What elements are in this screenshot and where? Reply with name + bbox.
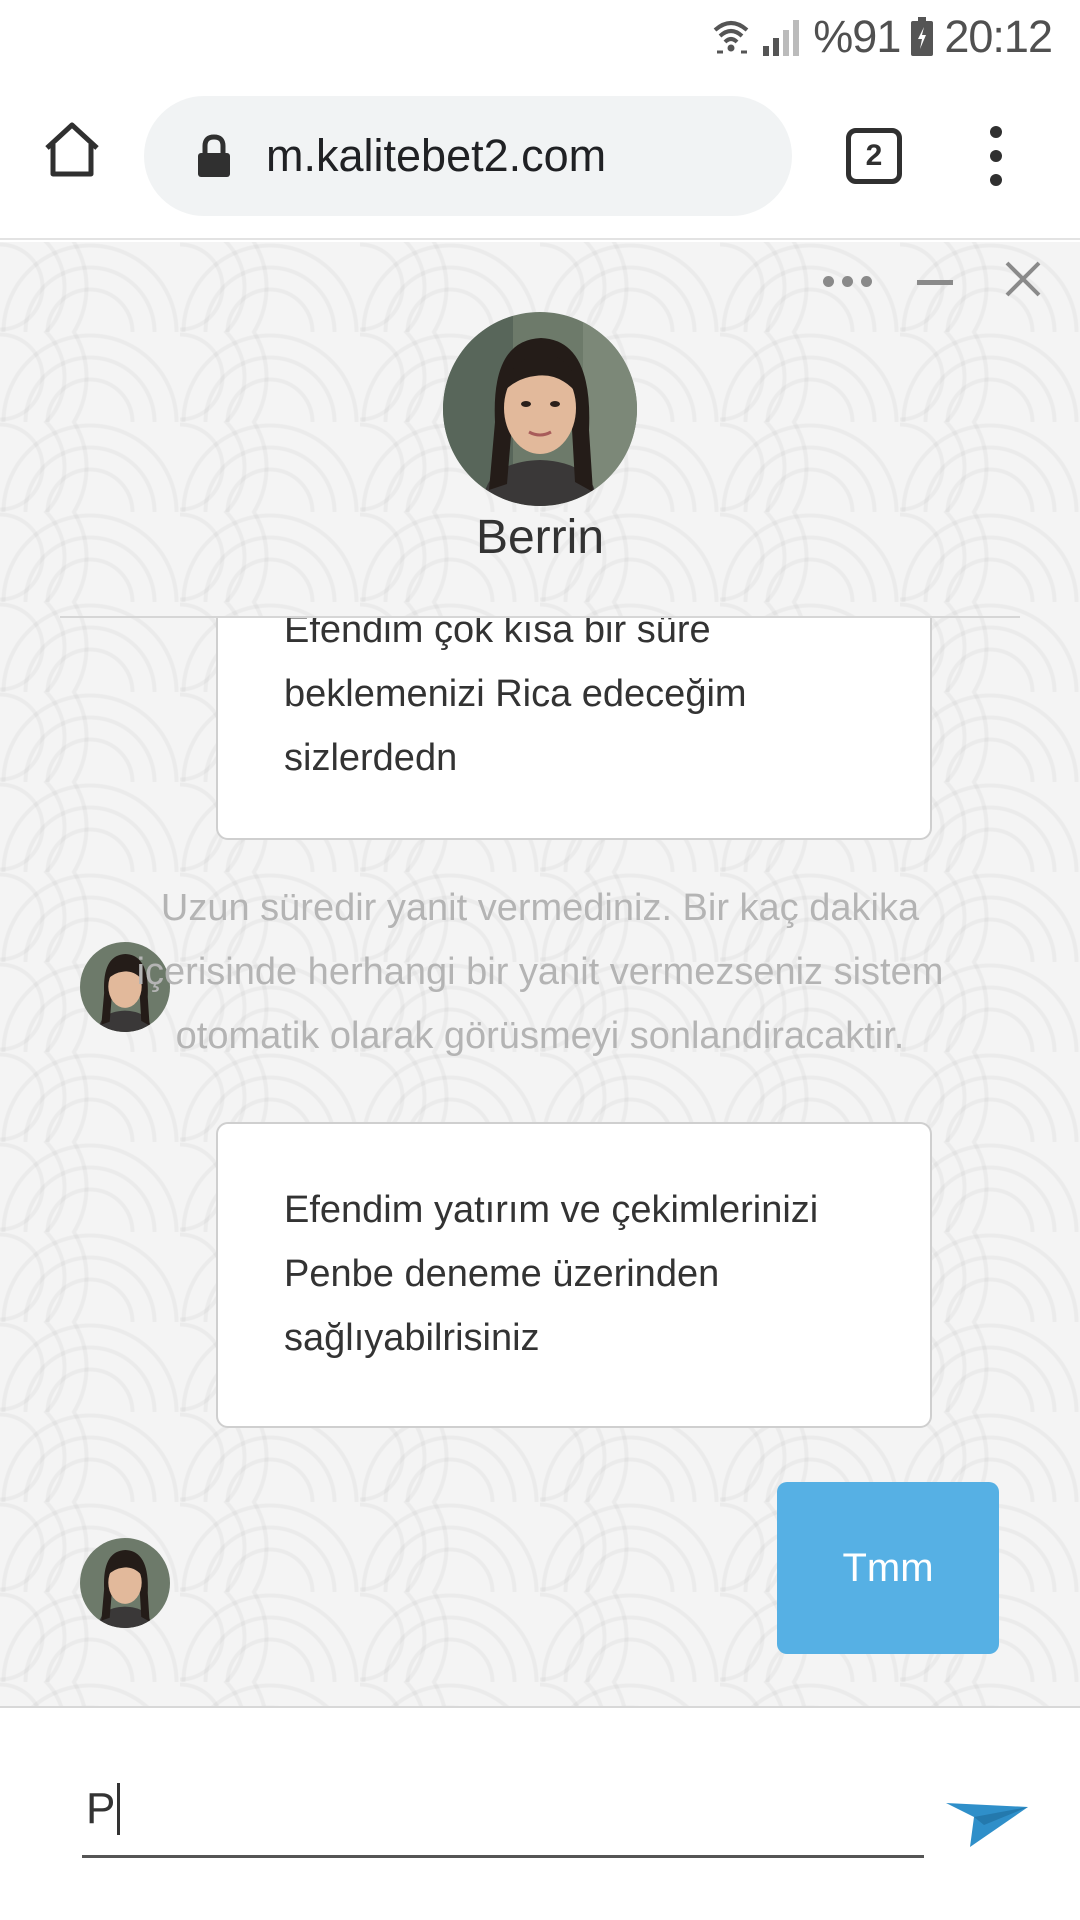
menu-dot xyxy=(990,126,1002,138)
message-line: sizlerdedn xyxy=(284,737,458,779)
status-bar: %91 20:12 xyxy=(0,0,1080,74)
message-line: Efendim yatırım ve çekimlerinizi xyxy=(284,1189,819,1231)
menu-dot xyxy=(990,174,1002,186)
tab-count: 2 xyxy=(865,139,883,172)
message-line: beklemenizi Rica edeceğim xyxy=(284,673,747,715)
url-text: m.kalitebet2.com xyxy=(266,130,607,181)
minimize-button[interactable] xyxy=(908,256,962,306)
agent-message-avatar xyxy=(80,1538,170,1628)
chat-window: Berrin Efendim çok kısa bir süre bekleme… xyxy=(0,242,1080,1706)
home-icon xyxy=(41,120,103,184)
message-input[interactable]: P xyxy=(82,1762,924,1858)
send-icon xyxy=(944,1773,1030,1853)
agent-name: Berrin xyxy=(475,511,605,564)
minimize-icon xyxy=(915,272,955,291)
close-button[interactable] xyxy=(996,256,1050,306)
system-message-line: Uzun süredir yanit vermediniz. Bir kaç d… xyxy=(160,887,920,929)
more-options-button[interactable] xyxy=(820,256,874,306)
message-input-value: P xyxy=(86,1783,116,1833)
more-icon xyxy=(822,275,872,287)
battery-icon xyxy=(910,17,934,57)
overflow-menu-button[interactable] xyxy=(980,118,1012,194)
signal-icon xyxy=(761,16,803,58)
system-message-line: içerisinde herhangi bir yanit vermezseni… xyxy=(136,951,944,993)
browser-toolbar: m.kalitebet2.com 2 xyxy=(0,74,1080,240)
message-line: Penbe deneme üzerinden xyxy=(284,1253,720,1295)
address-bar[interactable]: m.kalitebet2.com xyxy=(144,96,792,216)
lock-icon xyxy=(196,134,232,178)
send-button[interactable] xyxy=(944,1770,1030,1856)
user-message-bubble: Tmm xyxy=(777,1482,999,1654)
message-composer: P xyxy=(0,1706,1080,1920)
system-message: Uzun süredir yanit vermediniz. Bir kaç d… xyxy=(80,876,1000,1068)
agent-avatar xyxy=(443,312,637,506)
message-list: Efendim çok kısa bir süre beklemenizi Ri… xyxy=(0,618,1080,1706)
agent-message-bubble: Efendim çok kısa bir süre beklemenizi Ri… xyxy=(216,618,932,840)
battery-percent: %91 xyxy=(813,11,901,62)
system-message-line: otomatik olarak görüsmeyi sonlandiracakt… xyxy=(175,1015,905,1057)
clock: 20:12 xyxy=(944,11,1053,62)
wifi-icon xyxy=(711,16,751,58)
chat-controls xyxy=(820,256,1050,306)
close-icon xyxy=(1003,259,1043,303)
text-caret xyxy=(117,1782,121,1835)
home-button[interactable] xyxy=(38,118,106,186)
message-line: sağlıyabilrisiniz xyxy=(284,1317,540,1359)
menu-dot xyxy=(990,150,1002,162)
agent-message-bubble: Efendim yatırım ve çekimlerinizi Penbe d… xyxy=(216,1122,932,1428)
message-line: Efendim çok kısa bir süre xyxy=(284,618,711,651)
tab-switcher-button[interactable]: 2 xyxy=(846,128,902,184)
